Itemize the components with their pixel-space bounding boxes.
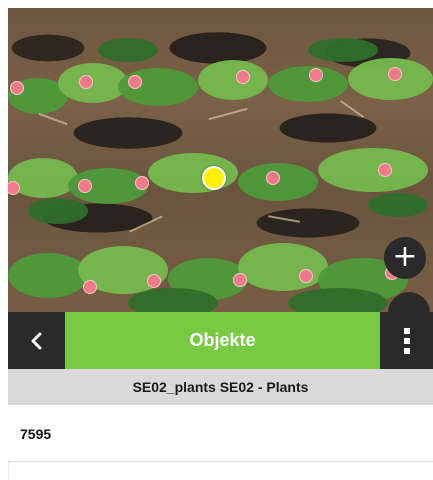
selected-location-marker[interactable] — [202, 166, 226, 190]
feature-toolbar: Objekte — [8, 312, 433, 369]
plus-icon: + — [392, 239, 418, 274]
plant-foliage — [128, 288, 218, 312]
plant-foliage — [58, 63, 128, 103]
more-vertical-icon-dot — [403, 337, 410, 344]
plant-foliage — [288, 288, 388, 312]
straw-debris — [268, 215, 300, 223]
plant-foliage — [238, 243, 328, 291]
feature-id-label: 7595 — [20, 426, 52, 442]
plant-point-marker[interactable] — [8, 181, 20, 195]
plant-foliage — [308, 38, 378, 62]
plant-point-marker[interactable] — [128, 75, 142, 89]
plant-foliage — [318, 148, 428, 192]
straw-debris — [129, 215, 163, 233]
page-title: Objekte — [65, 312, 380, 369]
add-feature-button[interactable]: + — [384, 237, 426, 279]
straw-debris — [339, 100, 365, 118]
plant-point-marker[interactable] — [10, 81, 24, 95]
plant-foliage — [28, 198, 88, 224]
back-button[interactable] — [8, 312, 65, 369]
plant-foliage — [368, 193, 428, 217]
layer-name-header: SE02_plants SE02 - Plants — [8, 369, 433, 405]
chevron-left-icon — [31, 332, 41, 349]
map-view[interactable] — [8, 8, 433, 312]
plant-point-marker[interactable] — [79, 75, 93, 89]
straw-debris — [208, 107, 248, 121]
feature-list-item[interactable]: 7595 — [8, 405, 433, 462]
more-vertical-icon-dot — [403, 347, 410, 354]
plant-foliage — [198, 60, 268, 100]
straw-debris — [38, 112, 68, 126]
plant-point-marker[interactable] — [83, 280, 97, 294]
plant-foliage — [98, 38, 158, 62]
plant-point-marker[interactable] — [388, 67, 402, 81]
plant-point-marker[interactable] — [135, 176, 149, 190]
plant-foliage — [8, 253, 88, 298]
plant-point-marker[interactable] — [299, 269, 313, 283]
overflow-menu-button[interactable] — [380, 312, 433, 369]
plant-point-marker[interactable] — [309, 68, 323, 82]
plant-point-marker[interactable] — [378, 163, 392, 177]
plant-point-marker[interactable] — [78, 179, 92, 193]
plant-point-marker[interactable] — [236, 70, 250, 84]
feature-list-item-empty — [8, 462, 433, 480]
plant-point-marker[interactable] — [147, 274, 161, 288]
plant-point-marker[interactable] — [233, 273, 247, 287]
plant-foliage — [268, 66, 348, 102]
more-vertical-icon — [403, 327, 410, 334]
plant-point-marker[interactable] — [266, 171, 280, 185]
